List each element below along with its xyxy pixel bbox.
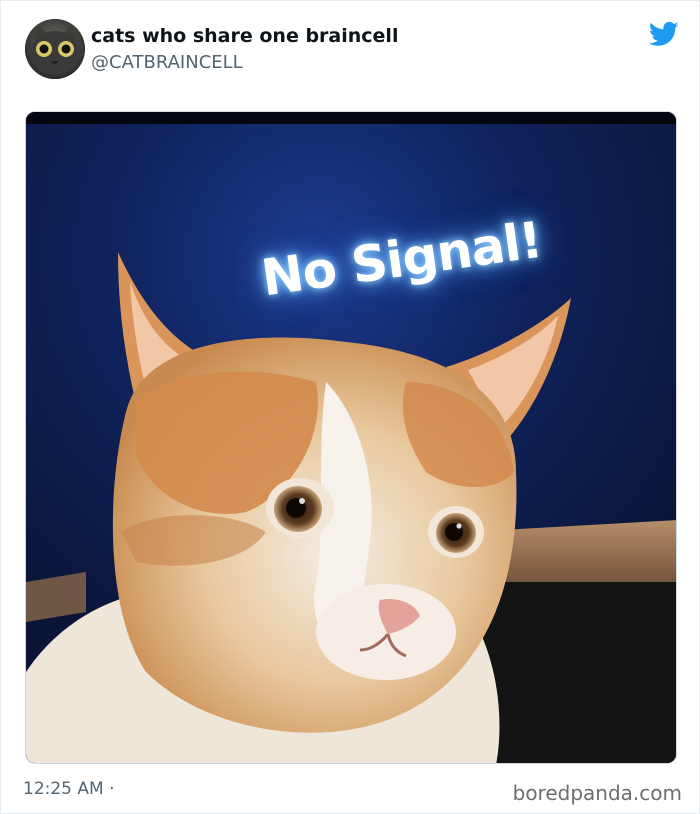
tweet-timestamp[interactable]: 12:25 AM ·	[23, 777, 115, 801]
avatar[interactable]	[25, 19, 85, 79]
tweet-author: cats who share one braincell @CATBRAINCE…	[91, 23, 398, 76]
source-watermark: boredpanda.com	[512, 781, 682, 805]
twitter-bird-icon[interactable]	[649, 19, 679, 49]
cat-photo	[26, 112, 676, 763]
user-handle[interactable]: @CATBRAINCELL	[91, 50, 398, 76]
tweet-card: cats who share one braincell @CATBRAINCE…	[0, 0, 700, 814]
display-name[interactable]: cats who share one braincell	[91, 23, 398, 49]
tweet-image[interactable]: No Signal!	[25, 111, 677, 764]
cat-face-avatar-icon	[25, 19, 85, 79]
tweet-header: cats who share one braincell @CATBRAINCE…	[23, 17, 683, 83]
